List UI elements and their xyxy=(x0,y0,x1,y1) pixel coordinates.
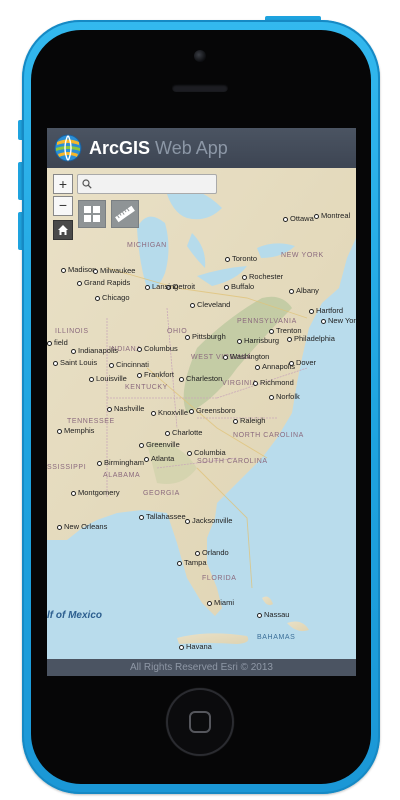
city-montgomery: Montgomery xyxy=(71,488,120,497)
city-saint-louis: Saint Louis xyxy=(53,358,97,367)
state-label-north-carolina: NORTH CAROLINA xyxy=(233,432,304,439)
city-greenville: Greenville xyxy=(139,440,180,449)
search-box[interactable] xyxy=(77,174,217,194)
state-label-new-york: NEW YORK xyxy=(281,252,324,259)
city-madison: Madison xyxy=(61,265,96,274)
country-label-bahamas: BAHAMAS xyxy=(257,634,296,641)
state-label-alabama: ALABAMA xyxy=(103,472,141,479)
city-richmond: Richmond xyxy=(253,378,294,387)
city-nassau: Nassau xyxy=(257,610,289,619)
city-cincinnati: Cincinnati xyxy=(109,360,149,369)
city-harrisburg: Harrisburg xyxy=(237,336,279,345)
city-orlando: Orlando xyxy=(195,548,229,557)
city-new-york: New York xyxy=(321,316,356,325)
city-charlotte: Charlotte xyxy=(165,428,202,437)
city-new-orleans: New Orleans xyxy=(57,522,107,531)
city-frankfort: Frankfort xyxy=(137,370,174,379)
home-extent-button[interactable] xyxy=(53,220,73,240)
city-ottawa: Ottawa xyxy=(283,214,314,223)
arcgis-globe-logo xyxy=(54,134,82,162)
city-havana: Havana xyxy=(179,642,212,651)
city-lansing: Lansing xyxy=(145,282,178,291)
measure-button[interactable] xyxy=(111,200,139,228)
city-memphis: Memphis xyxy=(57,426,94,435)
city-columbus: Columbus xyxy=(137,344,178,353)
city-philadelphia: Philadelphia xyxy=(287,334,335,343)
zoom-out-button[interactable]: − xyxy=(53,196,73,216)
city-greensboro: Greensboro xyxy=(189,406,236,415)
city-louisville: Louisville xyxy=(89,374,127,383)
city-springfield: field xyxy=(47,338,68,347)
city-chicago: Chicago xyxy=(95,293,130,302)
home-icon xyxy=(58,225,68,235)
city-tallahassee: Tallahassee xyxy=(139,512,186,521)
app-header: ArcGIS Web App xyxy=(47,128,356,168)
city-albany: Albany xyxy=(289,286,319,295)
city-tampa: Tampa xyxy=(177,558,207,567)
state-label-south-carolina: SOUTH CAROLINA xyxy=(197,458,268,465)
search-input[interactable] xyxy=(94,176,216,194)
city-milwaukee: Milwaukee xyxy=(93,266,135,275)
footer-copyright: All Rights Reserved Esri © 2013 xyxy=(47,659,356,676)
zoom-in-button[interactable]: + xyxy=(53,174,73,194)
state-label-mississippi: SSISSIPPI xyxy=(47,464,87,471)
city-buffalo: Buffalo xyxy=(224,282,254,291)
city-nashville: Nashville xyxy=(107,404,144,413)
city-miami: Miami xyxy=(207,598,234,607)
front-camera xyxy=(194,50,206,62)
city-washington: Washington xyxy=(223,352,269,361)
city-cleveland: Cleveland xyxy=(190,300,230,309)
home-button-square-icon xyxy=(189,711,211,733)
city-jacksonville: Jacksonville xyxy=(185,516,232,525)
city-rochester: Rochester xyxy=(242,272,283,281)
earpiece-speaker xyxy=(172,84,228,92)
city-hartford: Hartford xyxy=(309,306,343,315)
state-label-michigan: MICHIGAN xyxy=(127,242,167,249)
ruler-icon xyxy=(115,205,135,223)
city-pittsburgh: Pittsburgh xyxy=(185,332,226,341)
basemap-gallery-button[interactable] xyxy=(78,200,106,228)
city-charleston: Charleston xyxy=(179,374,222,383)
app-screen: ArcGIS Web App NEW YORK MICHIGAN PENNSYL… xyxy=(47,128,356,676)
basemap-gallery-icon xyxy=(84,206,100,222)
city-montreal: Montreal xyxy=(314,211,350,220)
city-grand-rapids: Grand Rapids xyxy=(77,278,130,287)
city-knoxville: Knoxville xyxy=(151,408,188,417)
state-label-pennsylvania: PENNSYLVANIA xyxy=(237,318,297,325)
state-label-florida: FLORIDA xyxy=(202,575,237,582)
city-raleigh: Raleigh xyxy=(233,416,265,425)
gulf-of-mexico-label: lf of Mexico xyxy=(47,610,103,621)
state-label-tennessee: TENNESSEE xyxy=(67,418,115,425)
city-birmingham: Birmingham xyxy=(97,458,144,467)
state-label-illinois: ILLINOIS xyxy=(55,328,89,335)
search-icon xyxy=(82,179,92,189)
map-view[interactable]: NEW YORK MICHIGAN PENNSYLVANIA ILLINOIS … xyxy=(47,168,356,660)
state-label-kentucky: KENTUCKY xyxy=(125,384,168,391)
city-indianapolis: Indianapolis xyxy=(71,346,118,355)
city-atlanta: Atlanta xyxy=(144,454,174,463)
city-norfolk: Norfolk xyxy=(269,392,300,401)
app-title-rest: Web App xyxy=(155,137,228,158)
city-columbia: Columbia xyxy=(187,448,226,457)
app-title: ArcGIS Web App xyxy=(89,138,228,159)
app-title-brand: ArcGIS xyxy=(89,137,151,158)
city-dover: Dover xyxy=(289,358,316,367)
city-toronto: Toronto xyxy=(225,254,257,263)
state-label-georgia: GEORGIA xyxy=(143,490,180,497)
